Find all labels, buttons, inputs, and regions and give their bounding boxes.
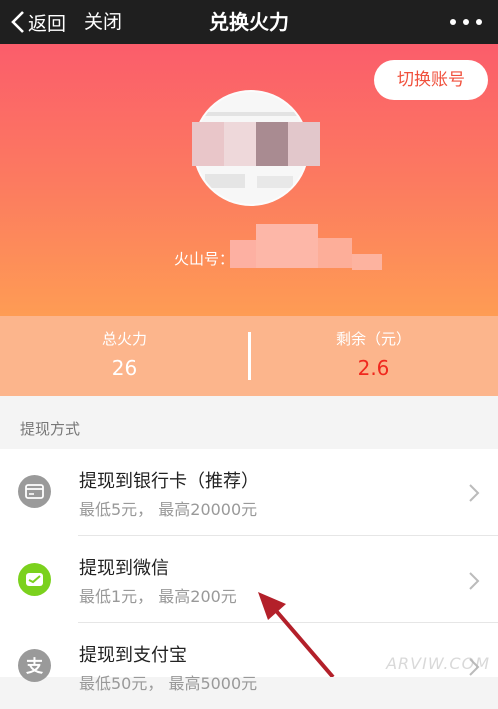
annotation-arrow: [258, 592, 335, 677]
watermark: ARVIW.COM: [386, 654, 490, 673]
